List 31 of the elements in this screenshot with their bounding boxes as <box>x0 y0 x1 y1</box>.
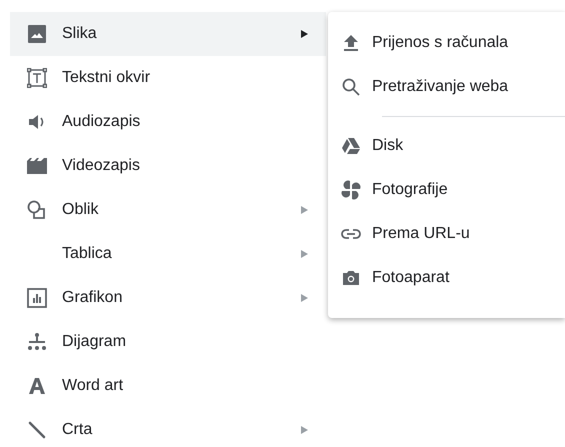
upload-icon <box>343 34 359 52</box>
camera-icon <box>342 270 360 286</box>
menu-item[interactable]: Word art <box>10 364 326 408</box>
submenu-item[interactable]: Fotoaparat <box>328 256 565 300</box>
menu-item[interactable]: Crta <box>10 408 326 447</box>
bar-chart-icon <box>27 288 47 308</box>
submenu-item[interactable]: Disk <box>328 124 565 168</box>
submenu-item[interactable]: Fotografije <box>328 168 565 212</box>
text-box-icon <box>27 68 47 88</box>
diagonal-line-icon <box>28 421 46 439</box>
shapes-icon <box>27 200 47 220</box>
pinwheel-icon <box>341 180 361 200</box>
menu-item[interactable]: Videozapis <box>10 144 326 188</box>
menu-item[interactable]: Oblik <box>10 188 326 232</box>
submenu-item[interactable]: Prijenos s računala <box>328 21 565 65</box>
menu-item[interactable]: Grafikon <box>10 276 326 320</box>
triangle-icon <box>341 137 361 155</box>
submenu-item[interactable]: Pretraživanje weba <box>328 65 565 109</box>
menu-item[interactable]: Audiozapis <box>10 100 326 144</box>
submenu-item[interactable]: Prema URL-u <box>328 212 565 256</box>
image-icon <box>28 25 46 43</box>
menu-item[interactable]: Tablica <box>10 232 326 276</box>
menu-item[interactable]: Tekstni okvir <box>10 56 326 100</box>
search-icon <box>342 78 360 96</box>
link-icon <box>341 228 361 240</box>
menu-item[interactable]: Dijagram <box>10 320 326 364</box>
speaker-icon <box>28 114 46 130</box>
menu-item[interactable]: Slika <box>10 12 326 56</box>
letter-a-icon <box>28 377 46 395</box>
clapperboard-icon <box>27 158 47 174</box>
diagram-icon <box>27 332 47 352</box>
